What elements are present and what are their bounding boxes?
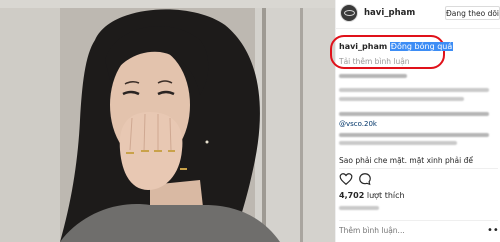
- like-count[interactable]: 4,702 lượt thích: [339, 191, 405, 200]
- caption-text: Đồng bóng quá: [389, 42, 454, 51]
- like-count-label: lượt thích: [366, 191, 405, 200]
- blurred-comment: [339, 97, 464, 101]
- heart-icon[interactable]: [339, 172, 353, 186]
- add-comment-input[interactable]: [339, 226, 479, 235]
- blurred-comment: [339, 88, 489, 92]
- post-photo[interactable]: [0, 0, 335, 242]
- avatar[interactable]: [340, 4, 358, 22]
- post-header: havi_pham Đang theo dõi: [336, 0, 500, 29]
- caption-username[interactable]: havi_pham: [339, 42, 387, 51]
- more-options-icon[interactable]: •••: [487, 226, 500, 236]
- action-bar: [339, 172, 499, 188]
- like-count-number: 4,702: [339, 191, 365, 200]
- blurred-comment: [339, 74, 407, 78]
- blurred-timestamp: [339, 206, 379, 210]
- following-button[interactable]: Đang theo dõi: [445, 6, 500, 20]
- divider: [339, 168, 498, 169]
- caption: havi_pham Đồng bóng quá: [339, 42, 454, 51]
- header-username[interactable]: havi_pham: [364, 8, 415, 18]
- blurred-comment: [339, 141, 457, 145]
- blurred-comment: [339, 133, 489, 137]
- post-panel: havi_pham Đang theo dõi havi_pham Đồng b…: [330, 0, 500, 242]
- load-more-comments[interactable]: Tải thêm bình luận: [339, 57, 410, 66]
- comment-mention[interactable]: @vsco.20k: [339, 120, 377, 128]
- avatar-logo-icon: [344, 10, 355, 16]
- comment-icon[interactable]: [358, 172, 372, 186]
- visible-comment: Sao phải che mặt. mặt xinh phải để: [339, 156, 473, 165]
- photo-illustration: [0, 0, 335, 242]
- blurred-comment: [339, 112, 489, 116]
- divider: [339, 220, 498, 221]
